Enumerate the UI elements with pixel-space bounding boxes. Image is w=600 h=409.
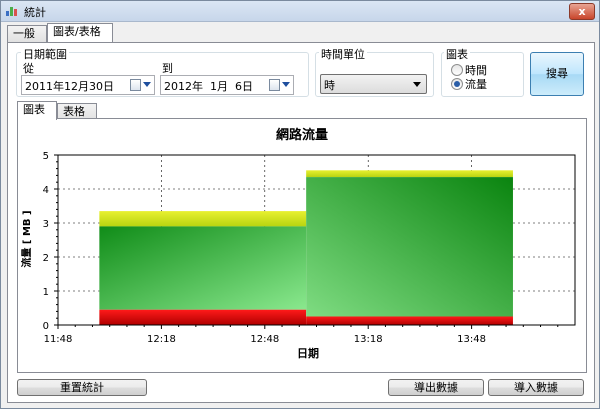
- from-date-value: 2011年12月30日: [25, 80, 114, 93]
- chart-title: 網路流量: [276, 127, 328, 143]
- tab-chart[interactable]: 圖表: [17, 101, 57, 120]
- time-unit-select[interactable]: 時: [320, 74, 427, 94]
- x-tick-label: 11:48: [44, 334, 73, 345]
- red-band: [306, 316, 513, 325]
- traffic-chart: 網路流量 01234511:48 12:18 12:48 13:18 13:48 日期 …: [20, 127, 576, 360]
- y-tick-label: 2: [43, 253, 49, 264]
- to-date-value: 2012年 1月 6日: [164, 80, 253, 93]
- search-button[interactable]: 搜尋: [530, 52, 584, 96]
- time-unit-label: 時間單位: [319, 46, 367, 62]
- radio-traffic-label: 流量: [465, 78, 487, 91]
- yellow-band: [99, 211, 307, 227]
- stats-window: 統計 x 一般 圖表/表格 日期範圍 從 2011年12月30日 到 2012年…: [0, 0, 600, 409]
- tab-general[interactable]: 一般: [7, 25, 47, 42]
- red-band: [99, 309, 307, 325]
- chart-mode-label: 圖表: [444, 46, 470, 62]
- green-band: [306, 177, 513, 317]
- chevron-down-icon[interactable]: [282, 82, 290, 87]
- x-tick-label: 13:18: [354, 334, 383, 345]
- reset-stats-button[interactable]: 重置統計: [17, 379, 147, 396]
- title-bar: 統計 x: [1, 1, 599, 22]
- plot-area: 0 1 2 3 4 5 11:48 12:18 12:48 13:18 13:48: [43, 151, 576, 345]
- x-axis-label: 日期: [297, 346, 319, 360]
- x-tick-label: 12:18: [147, 334, 176, 345]
- radio-traffic[interactable]: [451, 78, 463, 90]
- bar-chart-icon: [6, 7, 17, 16]
- from-label: 從: [23, 62, 34, 75]
- chevron-down-icon[interactable]: [143, 82, 151, 87]
- export-data-button[interactable]: 導出數據: [388, 379, 484, 396]
- y-tick-label: 1: [43, 287, 49, 298]
- close-button[interactable]: x: [569, 3, 595, 20]
- y-tick-label: 5: [43, 151, 49, 162]
- green-band: [99, 226, 307, 310]
- to-date-picker[interactable]: 2012年 1月 6日: [160, 75, 294, 95]
- yellow-band: [306, 170, 513, 178]
- y-axis-label: 流量 [ MB ]: [20, 210, 33, 267]
- y-tick-label: 3: [43, 219, 49, 230]
- radio-time[interactable]: [451, 64, 463, 76]
- x-tick-label: 13:48: [457, 334, 486, 345]
- chevron-down-icon: [413, 82, 421, 87]
- y-tick-label: 4: [43, 185, 49, 196]
- tab-chart-table[interactable]: 圖表/表格: [47, 23, 113, 42]
- calendar-icon[interactable]: [269, 79, 280, 91]
- x-tick-label: 12:48: [250, 334, 279, 345]
- y-tick-label: 0: [43, 321, 49, 332]
- chart-panel: 網路流量 0 1 2 3 4 5 11:48 12:18 12:48 13:18 13:48 日期 …: [17, 118, 587, 373]
- import-data-button[interactable]: 導入數據: [488, 379, 584, 396]
- from-date-picker[interactable]: 2011年12月30日: [21, 75, 155, 95]
- calendar-icon[interactable]: [130, 79, 141, 91]
- window-title: 統計: [24, 6, 46, 19]
- to-label: 到: [162, 62, 173, 75]
- time-unit-value: 時: [324, 79, 335, 92]
